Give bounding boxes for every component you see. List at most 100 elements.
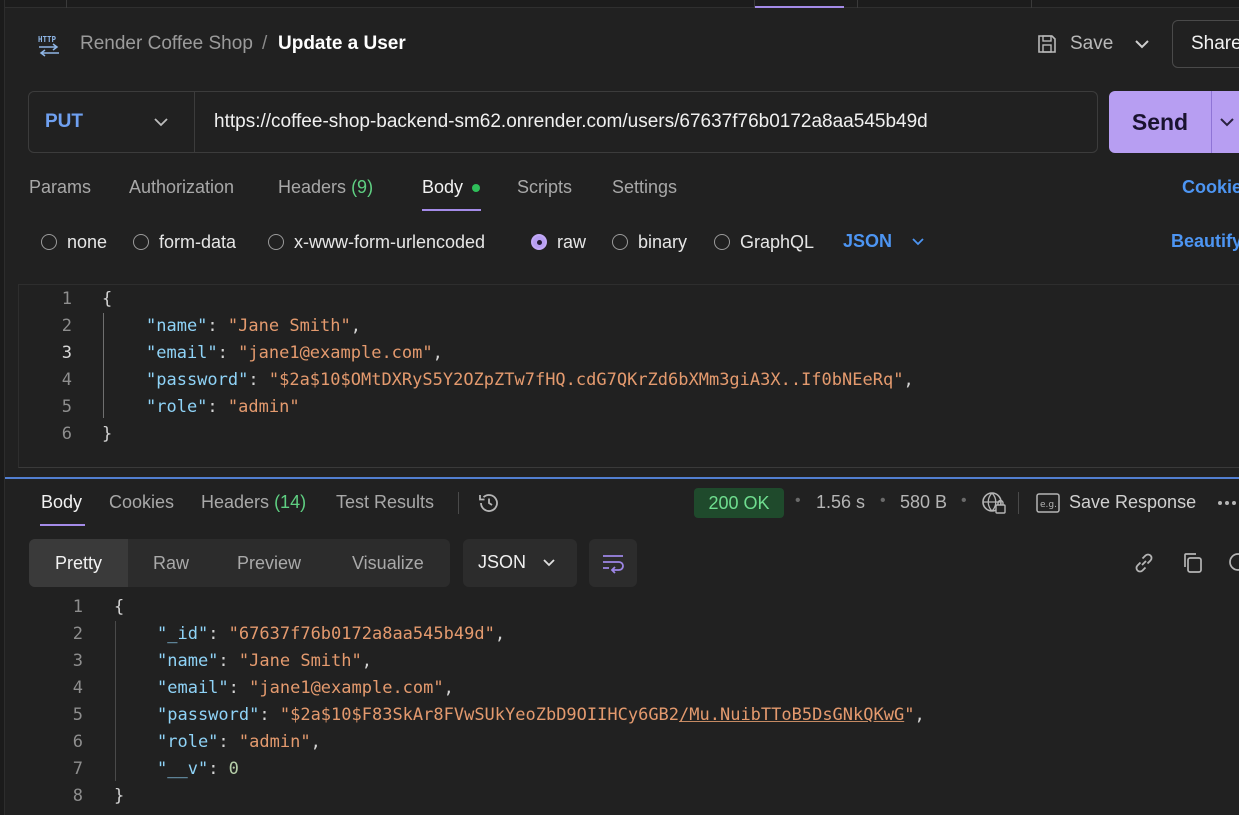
beautify-button[interactable]: Beautify (1171, 231, 1239, 252)
active-tab-indicator (755, 6, 844, 8)
response-tab-body[interactable]: Body (41, 492, 82, 513)
tab-headers[interactable]: Headers (9) (278, 177, 373, 198)
code-line: "password": "$2a$10$F83SkAr8FVwSUkYeoZbD… (157, 705, 925, 725)
radio-binary[interactable]: binary (612, 231, 687, 253)
save-response-button[interactable]: Save Response (1069, 492, 1196, 513)
chevron-down-icon[interactable] (908, 232, 928, 252)
http-icon: HTTP (38, 35, 59, 57)
line-number: 5 (61, 397, 72, 417)
tab-authorization[interactable]: Authorization (129, 177, 234, 198)
chevron-down-icon[interactable] (539, 553, 559, 573)
code-line: "__v": 0 (157, 759, 239, 779)
separator-dot: • (880, 492, 886, 509)
radio-none[interactable]: none (41, 231, 107, 253)
line-number: 2 (61, 316, 72, 336)
code-brace: { (102, 289, 113, 309)
code-brace: } (114, 786, 125, 806)
chevron-down-icon[interactable] (150, 111, 172, 133)
pane-splitter[interactable] (5, 477, 1239, 479)
radio-circle[interactable] (714, 234, 730, 250)
tab-settings[interactable]: Settings (612, 177, 677, 198)
status-badge: 200 OK (694, 488, 784, 518)
line-number: 6 (61, 424, 72, 444)
line-number: 4 (61, 370, 72, 390)
radio-circle[interactable] (268, 234, 284, 250)
cookies-link[interactable]: Cookies (1182, 177, 1239, 198)
radio-label: binary (638, 231, 688, 252)
url-input[interactable]: https://coffee-shop-backend-sm62.onrende… (214, 111, 928, 133)
line-number: 3 (61, 343, 72, 363)
radio-form-data[interactable]: form-data (133, 231, 236, 253)
response-time: 1.56 s (816, 492, 866, 512)
response-format-select[interactable]: JSON (463, 539, 577, 587)
response-headers-label: Headers (201, 492, 270, 512)
radio-circle[interactable] (612, 234, 628, 250)
line-number: 6 (72, 732, 83, 752)
radio-circle-selected[interactable] (531, 234, 547, 250)
breadcrumb-collection[interactable]: Render Coffee Shop (80, 33, 253, 55)
copy-icon[interactable] (1180, 550, 1206, 576)
request-title[interactable]: Update a User (278, 33, 406, 55)
response-format-label: JSON (478, 552, 527, 572)
view-raw-button[interactable]: Raw (153, 539, 189, 587)
indent-guide (115, 621, 116, 781)
save-label: Save (1070, 33, 1114, 54)
indent-guide (103, 313, 104, 418)
response-headers-count: (14) (274, 492, 307, 512)
url-divider (194, 92, 195, 152)
code-line: "name": "Jane Smith", (146, 316, 362, 336)
send-button[interactable]: Send (1109, 91, 1211, 153)
view-visualize-button[interactable]: Visualize (352, 539, 424, 587)
radio-label: x-www-form-urlencoded (294, 231, 486, 252)
response-tab-test-results[interactable]: Test Results (336, 492, 434, 513)
top-tab-strip (0, 0, 1239, 8)
search-icon[interactable] (1226, 550, 1239, 576)
radio-label: GraphQL (740, 231, 815, 252)
wrap-lines-icon[interactable] (599, 549, 627, 577)
line-number: 3 (72, 651, 83, 671)
separator-dot: • (795, 492, 801, 509)
radio-circle[interactable] (41, 234, 57, 250)
globe-lock-icon[interactable] (981, 491, 1007, 515)
chevron-down-icon[interactable] (1130, 32, 1154, 56)
divider (458, 492, 459, 514)
history-icon[interactable] (477, 491, 501, 515)
line-number: 5 (72, 705, 83, 725)
separator-dot: • (961, 492, 967, 509)
active-tab-underline (40, 524, 85, 526)
more-options-icon[interactable] (1217, 491, 1239, 515)
radio-urlencoded[interactable]: x-www-form-urlencoded (268, 231, 485, 253)
response-tab-cookies[interactable]: Cookies (109, 492, 174, 513)
radio-label: form-data (159, 231, 237, 252)
line-number: 2 (72, 624, 83, 644)
link-icon[interactable] (1131, 550, 1157, 576)
password-link[interactable]: /Mu.NuibTToB5DsGNkQKwG (679, 705, 904, 725)
code-line: "role": "admin", (157, 732, 321, 752)
radio-label: none (67, 231, 108, 252)
view-preview-button[interactable]: Preview (237, 539, 301, 587)
response-tab-headers[interactable]: Headers (14) (201, 492, 306, 513)
line-number: 7 (72, 759, 83, 779)
save-button[interactable]: Save (1036, 28, 1113, 60)
line-number: 8 (72, 786, 83, 806)
chevron-down-icon[interactable] (1216, 111, 1238, 133)
view-pretty-button[interactable]: Pretty (29, 539, 128, 587)
radio-circle[interactable] (133, 234, 149, 250)
code-brace: { (114, 597, 125, 617)
tab-params[interactable]: Params (29, 177, 91, 198)
radio-raw[interactable]: raw (531, 231, 586, 253)
active-tab-underline (422, 209, 481, 211)
tab-body[interactable]: Body (422, 177, 463, 198)
code-line: "email": "jane1@example.com", (157, 678, 454, 698)
body-format-select[interactable]: JSON (843, 231, 892, 252)
radio-graphql[interactable]: GraphQL (714, 231, 814, 253)
tab-headers-label: Headers (278, 177, 347, 197)
share-button[interactable]: Share (1172, 20, 1239, 68)
line-number: 4 (72, 678, 83, 698)
code-line: "_id": "67637f76b0172a8aa545b49d", (157, 624, 506, 644)
method-select[interactable]: PUT (45, 111, 83, 133)
example-icon: e.g. (1036, 493, 1060, 513)
code-line: "password": "$2a$10$OMtDXRyS5Y2OZpZTw7fH… (146, 370, 914, 390)
svg-text:e.g.: e.g. (1040, 500, 1057, 510)
tab-scripts[interactable]: Scripts (517, 177, 572, 198)
